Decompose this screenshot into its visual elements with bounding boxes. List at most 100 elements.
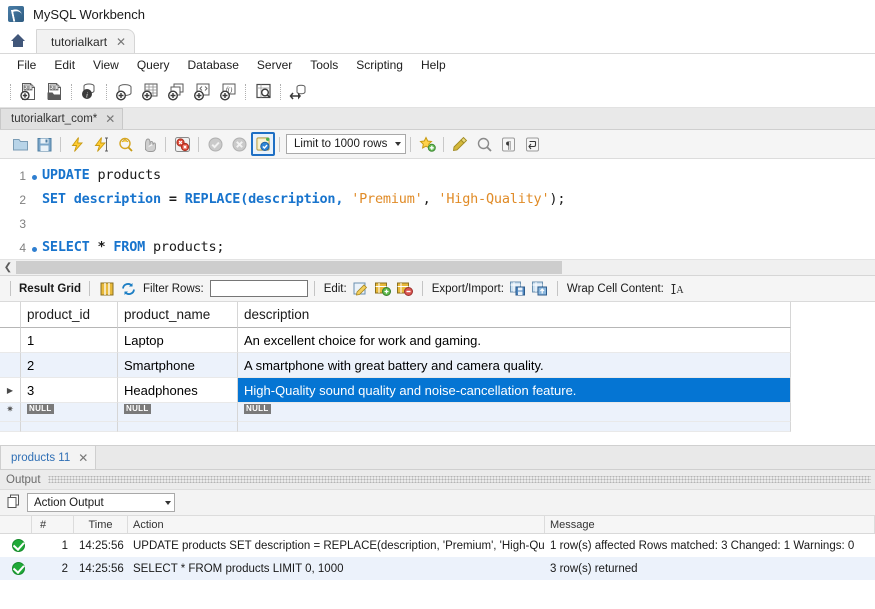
close-icon[interactable]: ✕ (78, 452, 88, 464)
menu-view[interactable]: View (84, 56, 128, 74)
column-header-product-name[interactable]: product_name (118, 302, 238, 328)
output-log-header-row: # Time Action Message (0, 516, 875, 534)
grid-blank-cell (21, 422, 118, 432)
table-row[interactable]: 2 Smartphone A smartphone with great batte… (0, 353, 791, 378)
row-selector-cell[interactable]: ▶ (0, 378, 21, 403)
menu-edit[interactable]: Edit (45, 56, 84, 74)
output-log-row[interactable]: 1 14:25:56 UPDATE products SET description… (0, 534, 875, 557)
execute-current-statement-icon[interactable] (89, 132, 113, 156)
save-file-icon[interactable] (32, 132, 56, 156)
log-action-header: Action (128, 516, 545, 533)
menu-help[interactable]: Help (412, 56, 455, 74)
row-selector-cell[interactable] (0, 353, 21, 378)
resultset-tab-products[interactable]: products 11 ✕ (0, 445, 97, 469)
table-row[interactable]: 1 Laptop An excellent choice for work and … (0, 328, 791, 353)
chevron-left-icon[interactable]: ❮ (0, 262, 16, 273)
null-cell[interactable]: NULL (118, 403, 238, 422)
import-recordset-icon[interactable] (529, 278, 551, 300)
new-row-icon[interactable]: ✷ (0, 403, 21, 422)
grid-view-icon[interactable] (96, 278, 118, 300)
output-mode-dropdown[interactable]: Action Output (27, 493, 175, 512)
scrollbar-thumb[interactable] (16, 261, 562, 274)
cell-product-name[interactable]: Laptop (118, 328, 238, 353)
search-data-icon[interactable] (250, 79, 276, 105)
menu-server[interactable]: Server (248, 56, 301, 74)
wrap-cell-icon[interactable]: A (667, 278, 689, 300)
close-icon[interactable]: ✕ (116, 36, 126, 48)
code-line[interactable]: 4 SELECT * FROM products; (0, 239, 875, 259)
code-line[interactable]: 1 UPDATE products (0, 167, 875, 191)
result-grid-label: Result Grid (19, 282, 81, 295)
menu-database[interactable]: Database (179, 56, 248, 74)
open-sql-script-icon[interactable]: SQL (41, 79, 67, 105)
toolbar-separator (421, 281, 423, 296)
row-selector-cell[interactable] (0, 328, 21, 353)
explain-query-icon[interactable] (113, 132, 137, 156)
create-view-icon[interactable] (163, 79, 189, 105)
null-cell[interactable]: NULL (238, 403, 791, 422)
log-message: 1 row(s) affected Rows matched: 3 Change… (550, 539, 855, 552)
execute-statement-icon[interactable] (65, 132, 89, 156)
create-procedure-icon[interactable] (189, 79, 215, 105)
filter-rows-input[interactable] (209, 280, 308, 297)
insert-row-icon[interactable] (372, 278, 394, 300)
sql-editor-toolbar: Limit to 1000 rows ¶ (0, 130, 875, 159)
chevron-down-icon (165, 500, 171, 505)
delete-row-icon[interactable] (394, 278, 416, 300)
menu-scripting[interactable]: Scripting (347, 56, 412, 74)
cell-product-id[interactable]: 3 (21, 378, 118, 403)
connection-tab-tutorialkart[interactable]: tutorialkart ✕ (36, 29, 136, 53)
wrap-cell-content-label: Wrap Cell Content: (566, 282, 664, 295)
rollback-icon[interactable] (227, 132, 251, 156)
cell-product-name[interactable]: Smartphone (118, 353, 238, 378)
toggle-stop-on-error-icon[interactable] (170, 132, 194, 156)
home-button[interactable] (0, 27, 36, 53)
mysql-workbench-window: MySQL Workbench tutorialkart ✕ File Edit… (0, 0, 875, 609)
close-icon[interactable]: ✕ (105, 113, 115, 125)
toggle-word-wrap-icon[interactable] (520, 132, 544, 156)
sql-code-editor[interactable]: 1 UPDATE products 2 SET description = REPLA… (0, 159, 875, 259)
sql-editor-tab-bar: tutorialkart_com* ✕ (0, 108, 875, 130)
reconnect-server-icon[interactable] (285, 79, 311, 105)
result-grid[interactable]: product_id product_name description 1 Lap… (0, 302, 791, 432)
cell-description[interactable]: High-Quality sound quality and noise-can… (238, 378, 791, 403)
column-header-description[interactable]: description (238, 302, 791, 328)
table-row[interactable]: ▶ 3 Headphones High-Quality sound quality a… (0, 378, 791, 403)
menu-query[interactable]: Query (128, 56, 179, 74)
new-row-placeholder[interactable]: ✷ NULL NULL NULL (0, 403, 791, 422)
menu-file[interactable]: File (8, 56, 45, 74)
sql-editor-tab-tutorialkart-com[interactable]: tutorialkart_com* ✕ (0, 108, 124, 129)
menu-tools[interactable]: Tools (301, 56, 347, 74)
open-file-icon[interactable] (8, 132, 32, 156)
toolbar-separator (10, 83, 11, 100)
stop-query-icon[interactable] (137, 132, 161, 156)
create-function-icon[interactable]: f() (215, 79, 241, 105)
refresh-icon[interactable] (118, 278, 140, 300)
null-cell[interactable]: NULL (21, 403, 118, 422)
cell-product-id[interactable]: 2 (21, 353, 118, 378)
cell-product-id[interactable]: 1 (21, 328, 118, 353)
code-text: UPDATE products (42, 167, 161, 183)
column-header-product-id[interactable]: product_id (21, 302, 118, 328)
connection-info-icon[interactable]: i (76, 79, 102, 105)
find-icon[interactable] (448, 132, 472, 156)
create-schema-icon[interactable] (111, 79, 137, 105)
code-line[interactable]: 2 SET description = REPLACE(description, … (0, 191, 875, 215)
commit-icon[interactable] (203, 132, 227, 156)
cell-description[interactable]: An excellent choice for work and gaming. (238, 328, 791, 353)
copy-icon[interactable] (7, 494, 21, 512)
editor-horizontal-scrollbar[interactable]: ❮ (0, 259, 875, 276)
search-editor-icon[interactable] (472, 132, 496, 156)
beautify-sql-icon[interactable] (415, 132, 439, 156)
export-recordset-icon[interactable] (507, 278, 529, 300)
toggle-invisible-chars-icon[interactable]: ¶ (496, 132, 520, 156)
create-table-icon[interactable] (137, 79, 163, 105)
output-log-row[interactable]: 2 14:25:56 SELECT * FROM products LIMIT 0,… (0, 557, 875, 580)
cell-product-name[interactable]: Headphones (118, 378, 238, 403)
cell-description[interactable]: A smartphone with great battery and came… (238, 353, 791, 378)
code-line[interactable]: 3 (0, 215, 875, 239)
new-sql-tab-icon[interactable]: SQL (15, 79, 41, 105)
edit-cell-icon[interactable] (350, 278, 372, 300)
toggle-autocommit-icon[interactable] (251, 132, 275, 156)
limit-rows-dropdown[interactable]: Limit to 1000 rows (286, 134, 406, 154)
